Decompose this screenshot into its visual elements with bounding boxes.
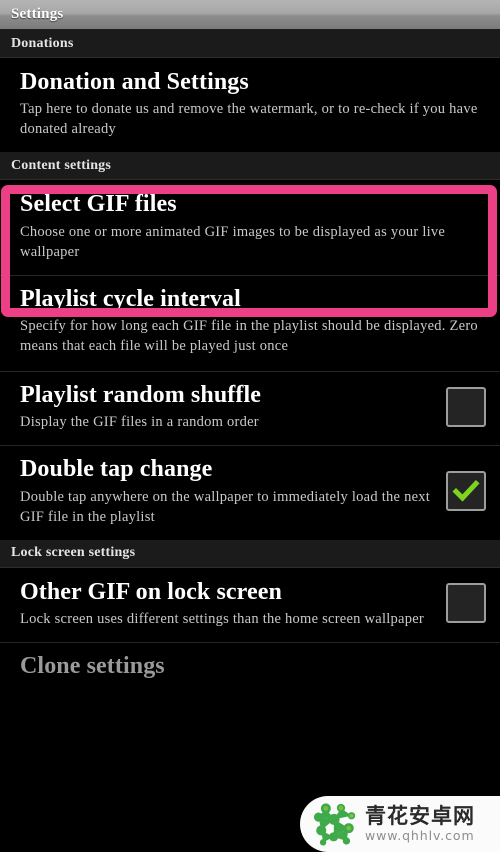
window-titlebar: Settings bbox=[0, 0, 500, 30]
pref-text: Select GIF files Choose one or more anim… bbox=[20, 190, 486, 261]
checkmark-icon bbox=[452, 479, 480, 502]
pref-title: Double tap change bbox=[20, 456, 213, 483]
pref-text: Other GIF on lock screen Lock screen use… bbox=[20, 578, 432, 629]
pref-text: Playlist cycle interval Specify for how … bbox=[20, 285, 486, 356]
section-header-content-settings: Content settings bbox=[0, 152, 500, 181]
pref-row-donation-and-settings[interactable]: Donation and Settings Tap here to donate… bbox=[0, 58, 500, 153]
watermark: 青花安卓网 www.qhhlv.com bbox=[300, 796, 500, 852]
pref-text: Playlist random shuffle Display the GIF … bbox=[20, 381, 432, 432]
pref-summary: Tap here to donate us and remove the wat… bbox=[20, 101, 478, 138]
pref-summary: Lock screen uses different settings than… bbox=[20, 610, 424, 627]
pref-text: Double tap change Double tap anywhere on… bbox=[20, 455, 432, 526]
pref-summary: Display the GIF files in a random order bbox=[20, 414, 259, 431]
pref-row-playlist-random-shuffle[interactable]: Playlist random shuffle Display the GIF … bbox=[0, 370, 500, 446]
pref-summary: Choose one or more animated GIF images t… bbox=[20, 223, 446, 260]
checkbox-wrap[interactable] bbox=[446, 386, 486, 427]
pref-text: Clone settings bbox=[20, 652, 486, 680]
pref-row-double-tap-change[interactable]: Double tap change Double tap anywhere on… bbox=[0, 445, 500, 540]
section-header-label: Lock screen settings bbox=[11, 545, 136, 561]
pref-row-select-gif-files[interactable]: Select GIF files Choose one or more anim… bbox=[0, 180, 500, 275]
section-header-label: Content settings bbox=[11, 157, 112, 173]
pref-text: Donation and Settings Tap here to donate… bbox=[20, 68, 486, 139]
section-header-label: Donations bbox=[11, 35, 74, 51]
checkbox-wrap[interactable] bbox=[446, 470, 486, 511]
watermark-text: 青花安卓网 www.qhhlv.com bbox=[365, 805, 475, 843]
page-title: Settings bbox=[11, 6, 64, 22]
watermark-brand: 青花安卓网 bbox=[365, 803, 475, 828]
pref-row-other-gif-on-lock-screen[interactable]: Other GIF on lock screen Lock screen use… bbox=[0, 567, 500, 642]
pref-summary: Specify for how long each GIF file in th… bbox=[20, 317, 478, 354]
pref-row-playlist-cycle-interval[interactable]: Playlist cycle interval Specify for how … bbox=[0, 274, 500, 371]
section-header-donations: Donations bbox=[0, 30, 500, 58]
pref-title: Other GIF on lock screen bbox=[20, 578, 282, 605]
pref-title: Clone settings bbox=[20, 652, 165, 679]
pref-title: Donation and Settings bbox=[20, 69, 249, 95]
checkbox-other-gif-on-lock-screen[interactable] bbox=[446, 583, 486, 624]
pref-row-clone-settings[interactable]: Clone settings bbox=[0, 641, 500, 694]
section-header-lock-screen-settings: Lock screen settings bbox=[0, 539, 500, 568]
pref-title: Playlist cycle interval bbox=[20, 285, 241, 312]
checkbox-playlist-random-shuffle[interactable] bbox=[446, 386, 486, 427]
pref-summary: Double tap anywhere on the wallpaper to … bbox=[20, 488, 431, 525]
settings-list[interactable]: Donations Donation and Settings Tap here… bbox=[0, 30, 500, 694]
checkbox-double-tap-change[interactable] bbox=[446, 470, 486, 511]
watermark-url: www.qhhlv.com bbox=[365, 827, 475, 843]
pref-title: Select GIF files bbox=[20, 191, 177, 218]
pref-title: Playlist random shuffle bbox=[20, 381, 261, 408]
checkbox-wrap[interactable] bbox=[446, 583, 486, 624]
brand-logo-icon bbox=[313, 803, 356, 846]
